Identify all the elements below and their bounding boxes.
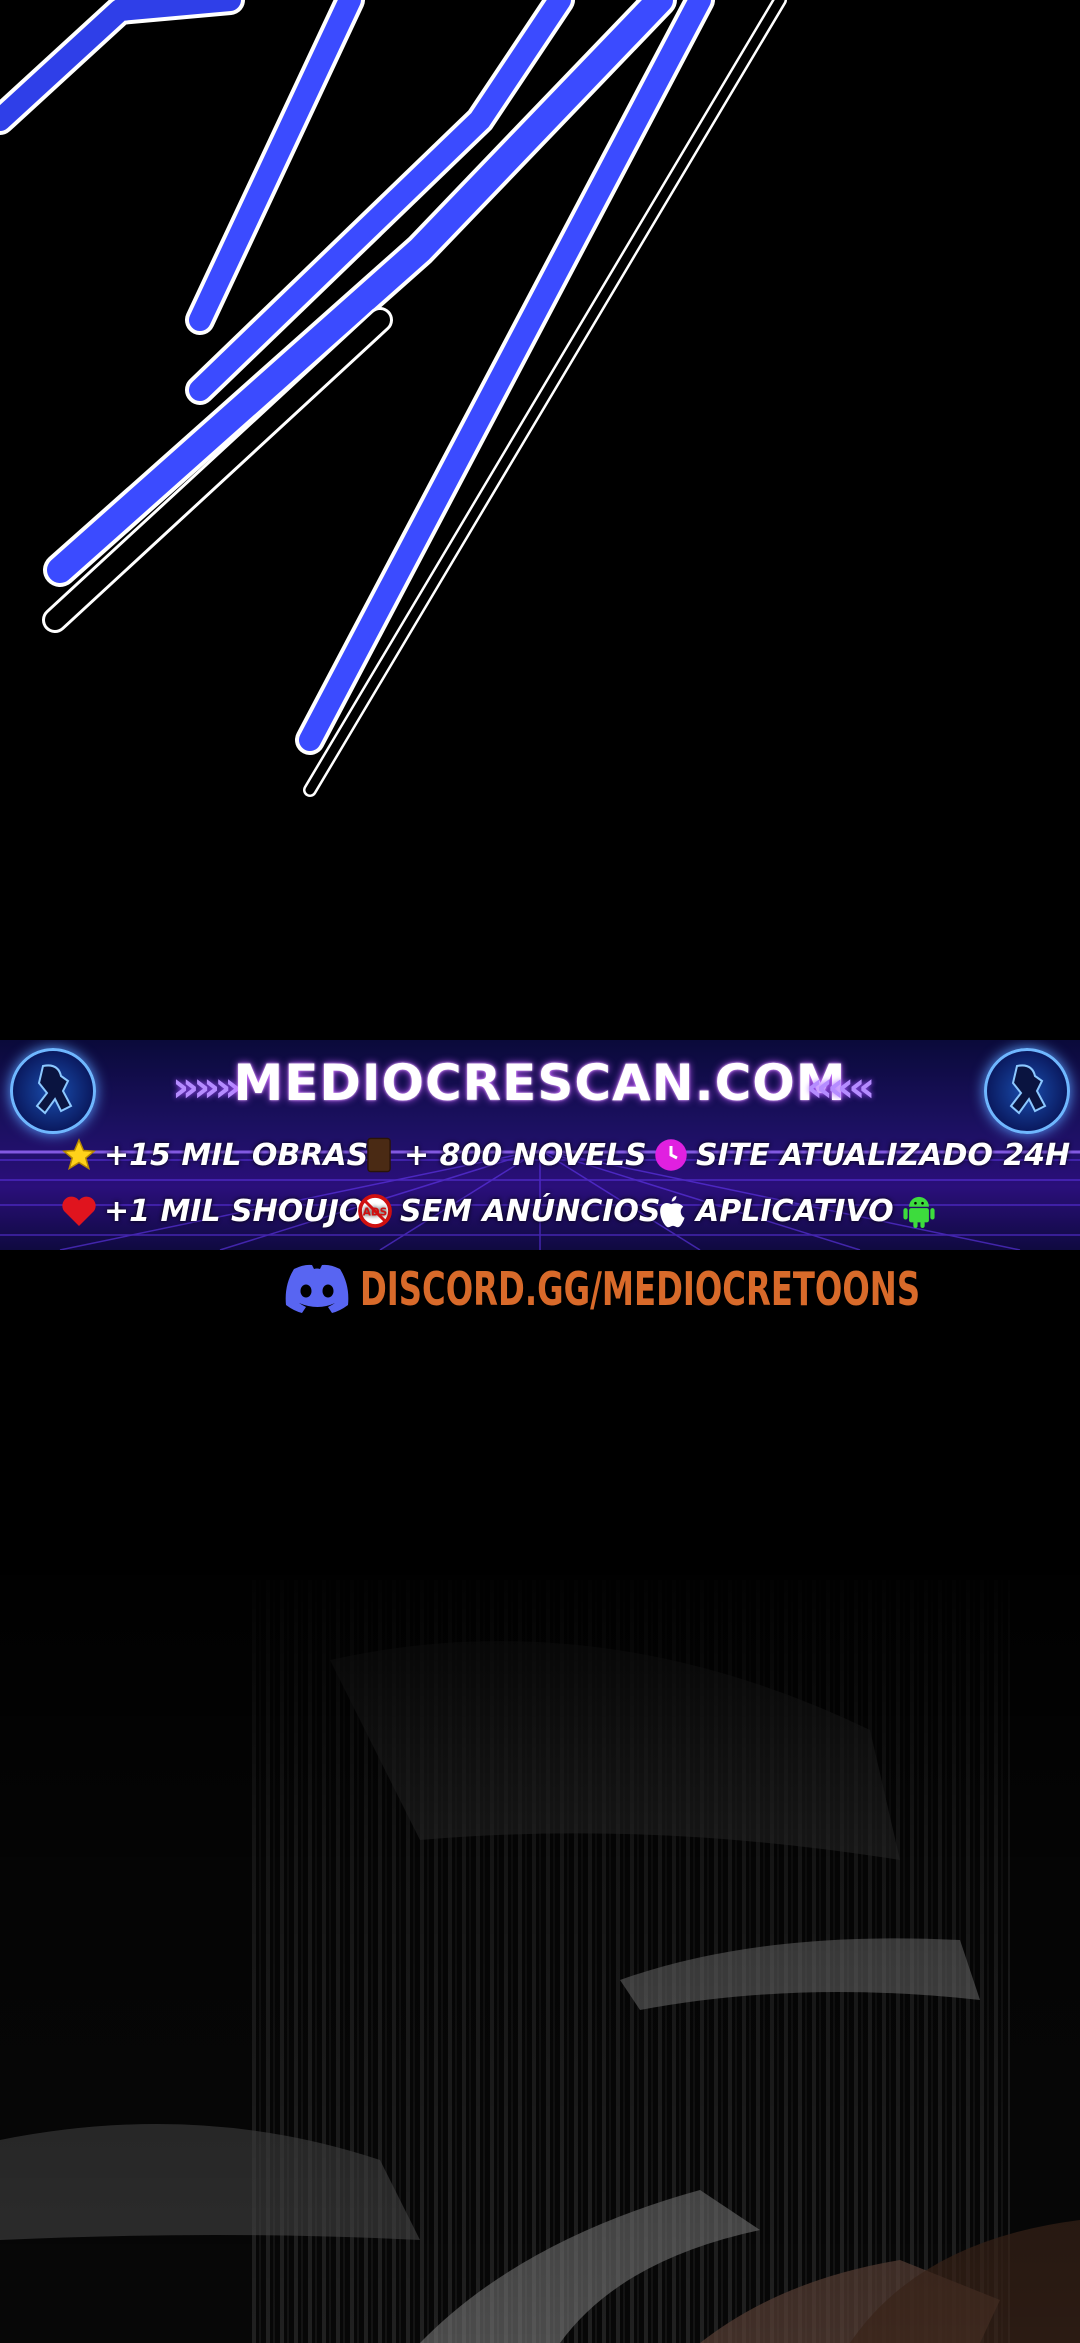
arrows-right: ««« (806, 1062, 875, 1111)
feature-aplicativo: APLICATIVO (652, 1192, 938, 1230)
apple-icon (652, 1192, 690, 1230)
dark-manga-panel-art (0, 1540, 1080, 2343)
heart-icon (60, 1192, 98, 1230)
feature-obras: +15 MIL OBRAS (60, 1136, 368, 1174)
discord-link[interactable]: DISCORD.GG/MEDIOCRETOONS (282, 1262, 1078, 1316)
feature-sem-anuncios: ADS SEM ANÚNCIOS (356, 1192, 660, 1230)
feature-atualizado: SITE ATUALIZADO 24H (652, 1136, 1070, 1174)
discord-icon (285, 1264, 349, 1313)
promo-banner[interactable]: »»» MEDIOCRESCAN.COM ««« +15 MIL OBRAS +… (0, 1040, 1080, 1250)
feature-novels: + 800 NOVELS (360, 1136, 647, 1174)
lightning-strokes-art (0, 0, 787, 797)
discord-url[interactable]: DISCORD.GG/MEDIOCRETOONS (360, 1262, 920, 1316)
site-title[interactable]: MEDIOCRESCAN.COM (0, 1054, 1080, 1112)
clock-icon (652, 1136, 690, 1174)
android-icon (900, 1192, 938, 1230)
star-icon (60, 1136, 98, 1174)
book-icon (360, 1136, 398, 1174)
no-ads-icon: ADS (356, 1192, 394, 1230)
feature-shoujo: +1 MIL SHOUJO (60, 1192, 364, 1230)
